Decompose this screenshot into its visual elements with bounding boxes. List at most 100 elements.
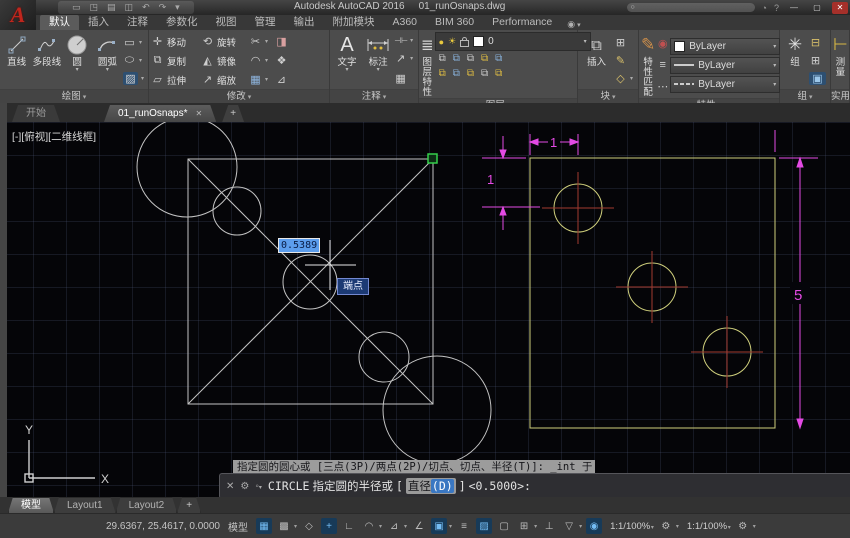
text-button[interactable]: A 文字 ▾ (332, 32, 362, 89)
polyline-button[interactable]: 多段线 (32, 32, 61, 89)
match-properties-button[interactable]: ✎ 特性 匹配 (641, 32, 655, 98)
close-button[interactable]: ✕ (832, 2, 848, 14)
linetype-dropdown[interactable]: ByLayer ▾ (670, 76, 780, 93)
command-customize-icon[interactable]: ⚙ (240, 481, 249, 492)
layer-restore-icon[interactable]: ⧉ (453, 68, 460, 79)
tab-output[interactable]: 输出 (285, 15, 324, 30)
annotation-scale-control[interactable]: 1:1/100% ▾ (610, 521, 654, 532)
osnap-tracking-toggle[interactable]: ∠ (411, 518, 427, 534)
new-file-icon[interactable]: ▭ (72, 1, 81, 14)
array-button[interactable]: ▦▾ (249, 73, 275, 86)
create-block-button[interactable]: ⊞ (614, 36, 634, 49)
tab-home[interactable]: 默认 (40, 15, 79, 30)
layer-dropdown[interactable]: ● ☀ 0 ▾ (435, 32, 591, 51)
layer-merge-icon[interactable]: ⧉ (467, 68, 474, 79)
help-icon[interactable]: ? (774, 3, 779, 13)
layout-tab-model[interactable]: 模型 (8, 497, 54, 513)
polar-tracking-toggle[interactable]: ◠ (361, 518, 377, 534)
lineweight-toggle[interactable]: ≡ (456, 518, 472, 534)
offset-button[interactable]: ⊿ (275, 73, 295, 86)
annotation-settings-gear-icon[interactable]: ⚙ (658, 518, 674, 534)
dynamic-ucs-toggle[interactable]: ⊥ (541, 518, 557, 534)
panel-label-utilities[interactable]: 实用 (831, 89, 849, 103)
object-snap-toggle[interactable]: ▣ (431, 518, 447, 534)
redo-icon[interactable]: ↷ (159, 1, 167, 14)
snap-toggle[interactable]: ▩ (276, 518, 292, 534)
layer-unsave-icon[interactable]: ⧉ (439, 68, 446, 79)
insert-button[interactable]: ⧉ 插入 (580, 32, 613, 89)
define-attributes-button[interactable]: ◇▾ (614, 72, 634, 85)
tab-manage[interactable]: 管理 (246, 15, 285, 30)
tab-annotate[interactable]: 注释 (118, 15, 157, 30)
viewport-scale-control[interactable]: 1:1/100% ▾ (687, 521, 731, 532)
layer-off-icon[interactable]: ⧉ (439, 53, 446, 64)
line-button[interactable]: 直线 (2, 32, 31, 89)
minimize-button[interactable]: — (786, 2, 802, 14)
application-menu-button[interactable]: A (0, 0, 36, 30)
object-color-dropdown[interactable]: ByLayer ▾ (670, 38, 780, 55)
tab-bim360[interactable]: BIM 360 (426, 15, 483, 30)
new-drawing-tab-button[interactable]: + (222, 105, 244, 122)
layer-properties-button[interactable]: ≣ 图层 特性 (421, 32, 434, 98)
leader-button[interactable]: ↗▾ (394, 52, 416, 65)
layer-isolate-icon[interactable]: ⧉ (453, 53, 460, 64)
layer-lock-icon[interactable]: ⧉ (481, 53, 488, 64)
performance-recorder-icon[interactable]: ◉▾ (567, 19, 582, 30)
edit-attributes-button[interactable]: ✎ (614, 54, 634, 67)
arc-dropdown-icon[interactable]: ▾ (106, 68, 109, 73)
layout-tab-layout2[interactable]: Layout2 (116, 497, 178, 513)
group-button[interactable]: ✳ 组 (782, 32, 808, 89)
explode-button[interactable]: ❖ (275, 54, 295, 67)
layer-delete-icon[interactable]: ⧉ (481, 68, 488, 79)
drawing-canvas[interactable]: 1 1 5 Y X [-][俯视][二维线框] 0.5389 端点 指定圆的圆心… (0, 122, 850, 497)
panel-label-draw[interactable]: 绘图▾ (0, 89, 148, 103)
panel-label-group[interactable]: 组▾ (780, 89, 830, 103)
recent-commands-icon[interactable]: ◦▾ (255, 481, 262, 492)
arc-button[interactable]: 圆弧 ▾ (93, 32, 122, 89)
ellipse-button[interactable]: ⬭▾ (123, 54, 146, 67)
trim-button[interactable]: ✂▾ (249, 35, 275, 48)
group-selection-toggle[interactable]: ▣ (809, 72, 827, 85)
ungroup-button[interactable]: ⊟ (809, 36, 827, 49)
group-edit-button[interactable]: ⊞ (809, 54, 827, 67)
tab-parametric[interactable]: 参数化 (157, 15, 207, 30)
save-icon[interactable]: ▤ (107, 1, 116, 14)
selection-cycling-toggle[interactable]: ▢ (496, 518, 512, 534)
model-space-indicator[interactable]: 模型 (228, 519, 248, 534)
linear-dim-button[interactable]: ⊣⊢▾ (394, 36, 416, 45)
layer-make-current-icon[interactable]: ⧉ (495, 53, 502, 64)
tab-a360[interactable]: A360 (384, 15, 427, 30)
move-button[interactable]: ✛移动 (151, 35, 201, 49)
file-tab-start[interactable]: 开始 (12, 105, 60, 122)
transparency-toggle[interactable]: ▨ (476, 518, 492, 534)
tab-addins[interactable]: 附加模块 (324, 15, 384, 30)
new-layout-button[interactable]: + (177, 497, 201, 513)
panel-label-annotate[interactable]: 注释▾ (330, 89, 418, 103)
measure-button[interactable]: ⊢ 测量 (833, 32, 848, 89)
viewport-controls[interactable]: [-][俯视][二维线框] (12, 129, 96, 144)
panel-label-block[interactable]: 块▾ (578, 89, 638, 103)
grid-toggle[interactable]: ▦ (256, 518, 272, 534)
circle-button[interactable]: 圆 ▾ (62, 32, 91, 89)
isometric-drafting-toggle[interactable]: ⊿ (386, 518, 402, 534)
stretch-button[interactable]: ▱拉伸 (151, 73, 201, 87)
annotation-visibility-toggle[interactable]: ◉ (586, 518, 602, 534)
rectangle-button[interactable]: ▭▾ (123, 36, 146, 49)
signin-user-icon[interactable]: ◔ (762, 3, 767, 13)
file-tab-close-icon[interactable]: ✕ (196, 105, 203, 122)
undo-icon[interactable]: ↶ (142, 1, 150, 14)
dynamic-input-toggle[interactable]: + (321, 518, 337, 534)
panel-label-modify[interactable]: 修改▾ (149, 89, 329, 103)
command-close-icon[interactable]: ✕ (226, 481, 234, 492)
qat-dropdown-icon[interactable]: ▾ (175, 1, 180, 14)
erase-button[interactable]: ◨ (275, 35, 295, 48)
customization-gear-icon[interactable]: ⚙ (735, 518, 751, 534)
infocenter-search-input[interactable]: ○ (627, 3, 755, 12)
rotate-button[interactable]: ⟲旋转 (201, 35, 249, 49)
scale-button[interactable]: ↗缩放 (201, 73, 249, 87)
hatch-button[interactable]: ▨▾ (123, 72, 146, 85)
lineweight-dropdown[interactable]: ByLayer ▾ (670, 57, 780, 74)
maximize-button[interactable]: ▢ (809, 2, 825, 14)
selection-filter-toggle[interactable]: ▽ (561, 518, 577, 534)
table-button[interactable]: ▦ (394, 72, 416, 85)
